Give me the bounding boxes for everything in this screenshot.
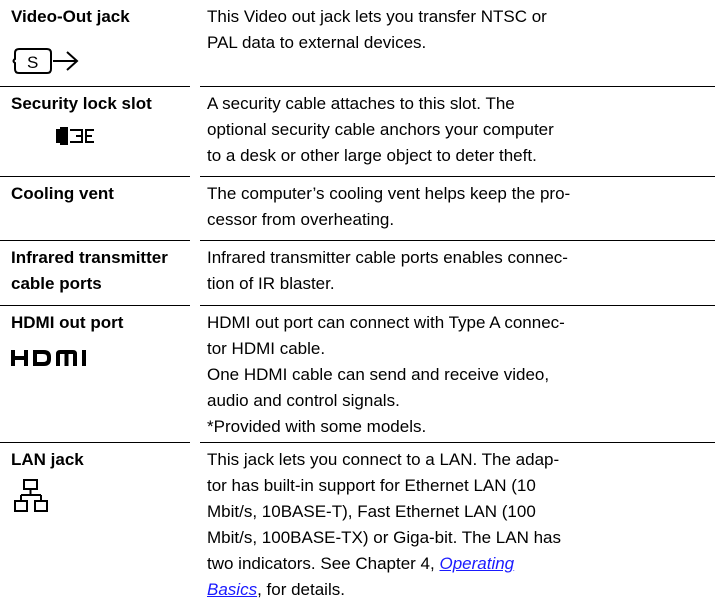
svg-text:S: S <box>27 53 38 72</box>
desc-line: to a desk or other large object to deter… <box>207 146 537 165</box>
description: This Video out jack lets you transfer NT… <box>207 4 707 56</box>
term-label: Cooling vent <box>11 181 196 207</box>
term-text: LAN jack <box>11 450 84 469</box>
table-row-hdmi: HDMI out port HDMI out port can connect … <box>0 306 715 443</box>
term-text: Cooling vent <box>11 184 114 203</box>
term-label: Video-Out jack <box>11 4 196 30</box>
description: This jack lets you connect to a LAN. The… <box>207 447 707 603</box>
term-text: HDMI out port <box>11 313 124 332</box>
term-text: Infrared transmitter <box>11 248 168 267</box>
desc-line: audio and control signals. <box>207 391 400 410</box>
desc-line: two indicators. See Chapter 4, Operating <box>207 551 707 577</box>
security-lock-icon <box>56 127 94 145</box>
hdmi-logo-graphic <box>11 350 86 366</box>
description: A security cable attaches to this slot. … <box>207 91 707 169</box>
desc-line: HDMI out port can connect with Type A co… <box>207 313 565 332</box>
term-text: Security lock slot <box>11 94 152 113</box>
desc-text: , for details. <box>257 580 345 599</box>
s-video-out-icon: S <box>12 48 79 74</box>
table-row-video-out: Video-Out jack S This Video out jack let… <box>0 0 715 87</box>
term-text: cable ports <box>11 274 102 293</box>
lan-network-icon <box>14 479 48 512</box>
description: Infrared transmitter cable ports enables… <box>207 245 707 297</box>
desc-line: A security cable attaches to this slot. … <box>207 94 515 113</box>
desc-line: tor HDMI cable. <box>207 339 326 358</box>
desc-line: Mbit/s, 100BASE-TX) or Giga-bit. The LAN… <box>207 528 561 547</box>
description: HDMI out port can connect with Type A co… <box>207 310 707 440</box>
desc-line: Basics, for details. <box>207 577 707 603</box>
desc-line: tion of IR blaster. <box>207 274 335 293</box>
table-row-infrared: Infrared transmitter cable ports Infrare… <box>0 241 715 306</box>
table-row-security-lock: Security lock slot A security cable atta… <box>0 87 715 177</box>
table-row-cooling-vent: Cooling vent The computer’s cooling vent… <box>0 177 715 241</box>
desc-line: *Provided with some models. <box>207 417 427 436</box>
term-label: HDMI out port <box>11 310 196 336</box>
desc-line: PAL data to external devices. <box>207 33 427 52</box>
description: The computer’s cooling vent helps keep t… <box>207 181 707 233</box>
desc-line: The computer’s cooling vent helps keep t… <box>207 184 571 203</box>
term-text: Video-Out jack <box>11 7 130 26</box>
desc-line: One HDMI cable can send and receive vide… <box>207 365 550 384</box>
hdmi-logo-icon <box>11 344 121 372</box>
table-row-lan: LAN jack This jack lets you connect to a… <box>0 443 715 616</box>
operating-basics-link-continued[interactable]: Basics <box>207 580 257 599</box>
desc-text: two indicators. See Chapter 4, <box>207 554 440 573</box>
desc-line: tor has built-in support for Ethernet LA… <box>207 476 536 495</box>
desc-line: Mbit/s, 10BASE-T), Fast Ethernet LAN (10… <box>207 502 536 521</box>
desc-line: This jack lets you connect to a LAN. The… <box>207 450 560 469</box>
term-label: Infrared transmitter cable ports <box>11 245 196 297</box>
desc-line: optional security cable anchors your com… <box>207 120 554 139</box>
term-label: LAN jack <box>11 447 196 473</box>
desc-line: Infrared transmitter cable ports enables… <box>207 248 568 267</box>
term-label: Security lock slot <box>11 91 196 117</box>
desc-line: This Video out jack lets you transfer NT… <box>207 7 547 26</box>
operating-basics-link[interactable]: Operating <box>439 554 514 573</box>
desc-line: cessor from overheating. <box>207 210 395 229</box>
